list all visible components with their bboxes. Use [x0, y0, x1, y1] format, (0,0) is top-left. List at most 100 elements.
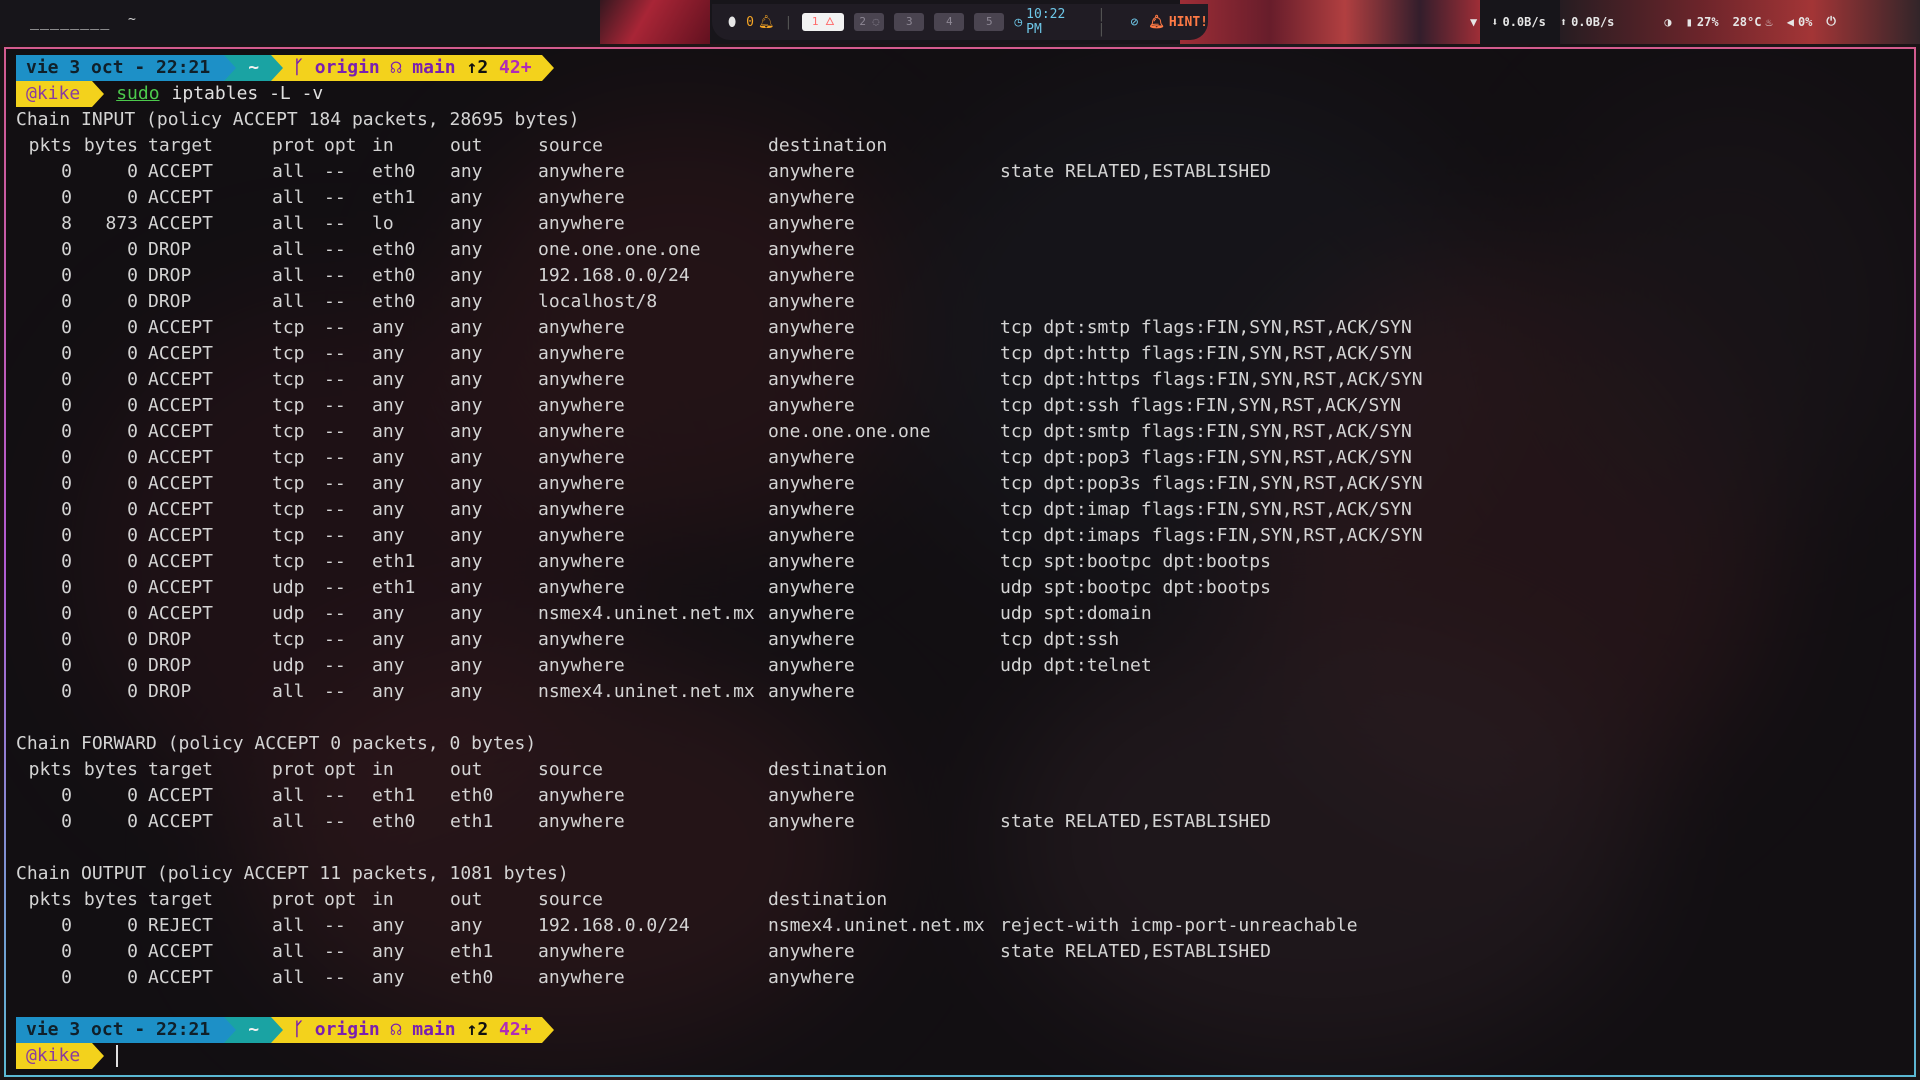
rule-target: ACCEPT [148, 941, 214, 962]
rule-pkts: 0 [61, 317, 72, 338]
rule-row: 8 873 ACCEPT all -- lo any anywhere anywhere [16, 211, 855, 237]
terminal-window[interactable]: vie 3 oct - 22:21 ~ ᚴ origin ☊ main ↑2 4… [4, 47, 1916, 1077]
rule-opt: -- [324, 785, 346, 806]
rule-out: any [450, 291, 483, 312]
power-icon[interactable]: ⏻ [1826, 14, 1836, 29]
notification-count[interactable]: 0 [746, 15, 754, 30]
rule-in: any [372, 941, 405, 962]
rule-out: any [450, 525, 483, 546]
rule-bytes: 0 [127, 343, 138, 364]
thermometer-icon: ♨ [1765, 14, 1773, 29]
rule-out: any [450, 681, 483, 702]
rule-prot: all [272, 161, 305, 182]
rule-opt: -- [324, 655, 346, 676]
rule-bytes: 0 [127, 603, 138, 624]
rule-opt: -- [324, 213, 346, 234]
battery-level[interactable]: 27% [1697, 15, 1719, 29]
prompt-separator [541, 55, 554, 81]
rule-prot: tcp [272, 395, 305, 416]
workspace-2[interactable]: 2 ◌ [854, 13, 885, 31]
rule-out: any [450, 369, 483, 390]
rule-target: ACCEPT [148, 785, 214, 806]
rule-prot: tcp [272, 343, 305, 364]
rule-pkts: 0 [61, 525, 72, 546]
rule-destination: anywhere [768, 603, 855, 624]
rule-out: eth0 [450, 967, 494, 988]
rule-pkts: 0 [61, 343, 72, 364]
rule-destination: one.one.one.one [768, 421, 931, 442]
rule-options: tcp dpt:smtp flags:FIN,SYN,RST,ACK/SYN [1000, 317, 1412, 338]
rule-target: DROP [148, 291, 192, 312]
git-modified: 42+ [499, 1019, 532, 1040]
rule-row: 0 0 REJECT all -- any any 192.168.0.0/24 nsmex4.… [16, 913, 1357, 939]
command-sudo: sudo [116, 83, 160, 104]
rule-in: any [372, 369, 405, 390]
rule-pkts: 0 [61, 499, 72, 520]
rule-pkts: 0 [61, 551, 72, 572]
rule-options: state RELATED,ESTABLISHED [1000, 811, 1271, 832]
prompt-path: ~ [236, 1017, 272, 1043]
git-modified: 42+ [499, 57, 532, 78]
rule-bytes: 0 [127, 681, 138, 702]
rule-source: anywhere [538, 655, 625, 676]
rule-source: nsmex4.uninet.net.mx [538, 603, 755, 624]
rule-row: 0 0 ACCEPT tcp -- any any anywhere anywhere tcp d… [16, 523, 1422, 549]
rule-source: anywhere [538, 421, 625, 442]
rule-in: any [372, 343, 405, 364]
text-cursor[interactable] [116, 1045, 119, 1067]
rule-row: 0 0 DROP udp -- any any anywhere anywhere udp dpt… [16, 653, 1152, 679]
clock-icon: ◷ [1014, 14, 1023, 30]
rule-row: 0 0 ACCEPT tcp -- any any anywhere anywhere tcp d… [16, 341, 1412, 367]
rule-row: 0 0 ACCEPT udp -- eth1 any anywhere anywhere udp … [16, 575, 1271, 601]
column-header-opt: opt [324, 889, 357, 910]
rule-row: 0 0 ACCEPT tcp -- any any anywhere anywhere tcp d… [16, 471, 1422, 497]
drop-icon[interactable]: ⬮ [728, 15, 736, 30]
rule-target: REJECT [148, 915, 214, 936]
rule-row: 0 0 ACCEPT all -- any eth0 anywhere anywhere [16, 965, 855, 991]
wifi-icon[interactable]: ▼ [1470, 15, 1477, 29]
column-header-out: out [450, 759, 483, 780]
rule-source: anywhere [538, 785, 625, 806]
rule-source: anywhere [538, 343, 625, 364]
bell-icon[interactable]: 🔔︎ [758, 15, 775, 30]
input-line[interactable]: @kike [16, 1043, 580, 1069]
github-icon: ☊ [390, 1019, 402, 1040]
hint-label[interactable]: HINT! [1169, 15, 1208, 30]
rule-options: reject-with icmp-port-unreachable [1000, 915, 1358, 936]
rule-target: ACCEPT [148, 161, 214, 182]
bar-artwork-right [1180, 0, 1480, 44]
rule-destination: anywhere [768, 577, 855, 598]
workspace-4[interactable]: 4 [934, 13, 965, 31]
rule-source: anywhere [538, 525, 625, 546]
rule-destination: anywhere [768, 655, 855, 676]
rule-opt: -- [324, 941, 346, 962]
volume-level[interactable]: 0% [1798, 15, 1812, 29]
column-header-in: in [372, 759, 394, 780]
rule-pkts: 0 [61, 187, 72, 208]
rule-opt: -- [324, 239, 346, 260]
rule-out: any [450, 161, 483, 182]
rule-destination: nsmex4.uninet.net.mx [768, 915, 985, 936]
rule-in: eth1 [372, 785, 416, 806]
brightness-icon[interactable]: ◑ [1664, 15, 1671, 29]
workspace-3[interactable]: 3 [894, 13, 925, 31]
rule-in: eth1 [372, 551, 416, 572]
rule-out: any [450, 395, 483, 416]
volume-icon[interactable]: ◀ [1787, 15, 1794, 29]
rule-out: any [450, 915, 483, 936]
eye-off-icon[interactable]: ⊘ [1131, 15, 1139, 30]
rule-prot: all [272, 941, 305, 962]
bar-artwork-left [600, 0, 710, 44]
column-header-pkts: pkts [28, 889, 72, 910]
column-header-bytes: bytes [83, 889, 138, 910]
clock-time[interactable]: 10:22 PM [1026, 7, 1087, 37]
rule-target: ACCEPT [148, 603, 214, 624]
workspace-5[interactable]: 5 [974, 13, 1005, 31]
column-header-target: target [148, 759, 214, 780]
rule-bytes: 0 [127, 187, 138, 208]
column-header-pkts: pkts [28, 135, 72, 156]
rule-out: any [450, 213, 483, 234]
rule-bytes: 873 [105, 213, 138, 234]
rule-source: anywhere [538, 551, 625, 572]
workspace-1[interactable]: 1 🜂 [802, 13, 845, 31]
